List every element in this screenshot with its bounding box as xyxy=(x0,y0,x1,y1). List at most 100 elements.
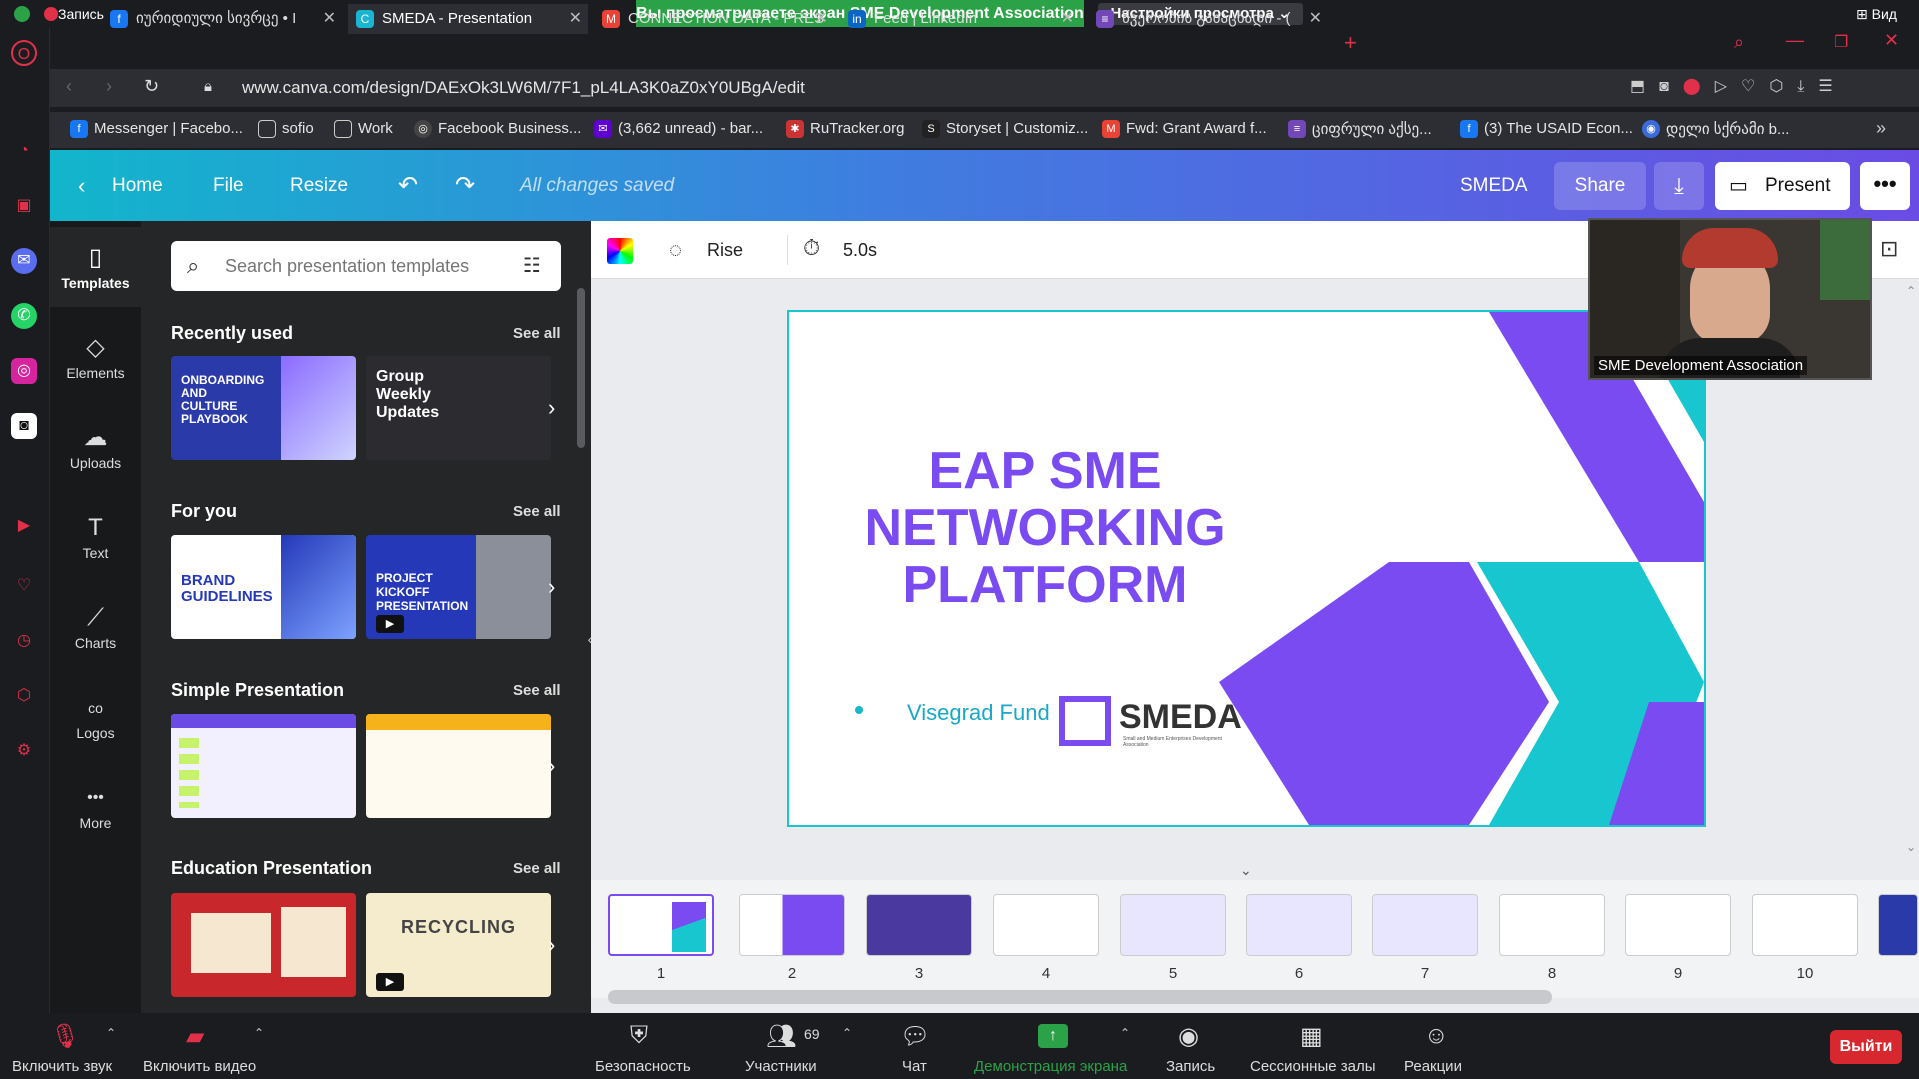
template-thumb[interactable] xyxy=(366,714,551,818)
bookmark-item[interactable]: sofio xyxy=(258,120,314,138)
filter-icon[interactable]: ☷ xyxy=(523,253,541,278)
lock-icon[interactable]: 🔒︎ xyxy=(204,78,212,95)
undo-icon[interactable]: ↶ xyxy=(398,150,418,221)
search-input[interactable] xyxy=(225,253,495,279)
minimize-icon[interactable]: — xyxy=(1786,30,1804,51)
present-button[interactable]: ▭ Present xyxy=(1715,162,1850,210)
page-thumb[interactable] xyxy=(1246,894,1352,956)
chevron-right-icon[interactable]: › xyxy=(548,395,555,421)
nav-logos[interactable]: co Logos xyxy=(50,677,141,757)
browser-tab[interactable]: f იურიდიული სივრცე • I ✕ xyxy=(102,4,342,34)
bookmark-item[interactable]: ◎ Facebook Business... xyxy=(414,120,581,138)
participants-button[interactable]: Участники xyxy=(745,1058,817,1075)
page-thumb[interactable] xyxy=(1120,894,1226,956)
video-off-icon[interactable]: ▰ xyxy=(186,1022,204,1051)
team-name-button[interactable]: SMEDA xyxy=(1460,150,1528,221)
chevron-right-icon[interactable]: › xyxy=(548,574,555,600)
resize-button[interactable]: Resize xyxy=(290,150,348,221)
chevron-right-icon[interactable]: › xyxy=(548,753,555,779)
slide-title[interactable]: EAP SME NETWORKING PLATFORM xyxy=(840,443,1250,614)
forward-icon[interactable]: › xyxy=(106,76,112,97)
lock-icon[interactable]: ⊡ xyxy=(1880,236,1898,262)
discord-icon[interactable]: ◙ xyxy=(11,413,37,439)
heart-icon[interactable]: ♡ xyxy=(11,573,37,599)
player-icon[interactable]: ▶ xyxy=(11,513,37,539)
chevron-left-icon[interactable]: ‹ xyxy=(78,150,85,221)
scroll-up-icon[interactable]: ⌃ xyxy=(1906,284,1916,298)
settings-gear-icon[interactable]: ⚙ xyxy=(11,738,37,764)
chevron-down-icon[interactable]: ⌄ xyxy=(1240,862,1252,879)
panel-scrollbar[interactable] xyxy=(577,288,585,448)
page-thumb[interactable] xyxy=(993,894,1099,956)
mic-muted-icon[interactable]: 🎙︎ xyxy=(50,1022,80,1051)
template-thumb[interactable] xyxy=(171,714,356,818)
chevron-up-icon[interactable]: ⌃ xyxy=(842,1026,852,1040)
bookmark-item[interactable]: ✱ RuTracker.org xyxy=(786,120,904,138)
home-button[interactable]: Home xyxy=(112,150,163,221)
opera-logo-icon[interactable]: O xyxy=(11,40,37,66)
scroll-down-icon[interactable]: ⌄ xyxy=(1906,840,1916,854)
record-icon[interactable]: ◉ xyxy=(1178,1022,1199,1051)
speed-dial-icon[interactable]: ◔ xyxy=(11,138,37,164)
template-thumb[interactable]: Group Weekly Updates xyxy=(366,356,551,460)
bookmark-item[interactable]: ◉ დელი სქრამი b... xyxy=(1642,120,1789,138)
reactions-button[interactable]: Реакции xyxy=(1404,1058,1462,1075)
chevron-up-icon[interactable]: ⌃ xyxy=(254,1026,264,1040)
more-options-button[interactable]: ••• xyxy=(1860,162,1910,210)
nav-more[interactable]: ••• More xyxy=(50,767,141,847)
nav-templates[interactable]: ▯ Templates xyxy=(50,227,141,307)
participants-icon[interactable]: 👥︎ xyxy=(766,1022,796,1051)
page-thumb[interactable] xyxy=(1372,894,1478,956)
breakout-rooms-icon[interactable]: ▦ xyxy=(1300,1022,1323,1051)
new-tab-plus-icon[interactable]: + xyxy=(1344,30,1357,56)
browser-tab[interactable]: M CONNECTION DATA - PRES ✕ xyxy=(594,4,834,34)
reload-icon[interactable]: ↻ xyxy=(144,76,159,97)
record-button[interactable]: Запись xyxy=(1166,1058,1215,1075)
page-thumb[interactable] xyxy=(1752,894,1858,956)
template-thumb[interactable]: PROJECT KICKOFF PRESENTATION ▶ xyxy=(366,535,551,639)
nav-uploads[interactable]: ☁ Uploads xyxy=(50,407,141,487)
unmute-button[interactable]: Включить звук xyxy=(12,1058,112,1075)
page-thumb[interactable] xyxy=(739,894,845,956)
url-field[interactable]: www.canva.com/design/DAExOk3LW6M/7F1_pL4… xyxy=(242,78,805,98)
browser-tab-active[interactable]: C SMEDA - Presentation ✕ xyxy=(348,4,588,34)
chevron-up-icon[interactable]: ⌃ xyxy=(106,1026,116,1040)
bookmark-item[interactable]: ✉ (3,662 unread) - bar... xyxy=(594,120,763,138)
toolbar-icons[interactable]: ⬒◙⬤▷♡⬡⤓☰ xyxy=(1630,76,1847,96)
file-menu-button[interactable]: File xyxy=(213,150,244,221)
back-icon[interactable]: ‹ xyxy=(66,76,72,97)
page-thumb[interactable] xyxy=(1625,894,1731,956)
animation-button[interactable]: Rise xyxy=(707,240,743,261)
page-thumb[interactable] xyxy=(1499,894,1605,956)
share-screen-icon[interactable]: ↑ xyxy=(1038,1024,1068,1048)
messenger-icon[interactable]: ✉ xyxy=(11,248,37,274)
whatsapp-icon[interactable]: ✆ xyxy=(11,303,37,329)
page-thumb[interactable] xyxy=(608,894,714,956)
close-icon[interactable]: ✕ xyxy=(323,4,336,34)
nav-charts[interactable]: ⟋ Charts xyxy=(50,587,141,667)
chevron-up-icon[interactable]: ⌃ xyxy=(1120,1026,1130,1040)
close-icon[interactable]: ✕ xyxy=(815,4,828,34)
bookmark-item[interactable]: f Messenger | Facebo... xyxy=(70,120,243,138)
chat-button[interactable]: Чат xyxy=(902,1058,927,1075)
page-thumb[interactable] xyxy=(1878,894,1918,956)
view-button[interactable]: ⊞ Вид xyxy=(1856,6,1897,23)
bookmark-item[interactable]: ≡ ციფრული აქსე... xyxy=(1288,120,1432,138)
bookmark-item[interactable]: f (3) The USAID Econ... xyxy=(1460,120,1633,138)
see-all-link[interactable]: See all xyxy=(513,503,561,520)
share-screen-button[interactable]: Демонстрация экрана xyxy=(974,1058,1127,1075)
see-all-link[interactable]: See all xyxy=(513,682,561,699)
breakout-rooms-button[interactable]: Сессионные залы xyxy=(1250,1058,1376,1075)
download-icon[interactable]: ⤓ xyxy=(1654,162,1704,210)
bookmark-item[interactable]: Work xyxy=(334,120,393,138)
template-thumb[interactable]: RECYCLING ▶ xyxy=(366,893,551,997)
template-thumb[interactable]: ONBOARDING AND CULTURE PLAYBOOK xyxy=(171,356,356,460)
security-shield-icon[interactable]: ⛨ xyxy=(630,1022,648,1050)
leave-button[interactable]: Выйти xyxy=(1830,1030,1902,1064)
nav-text[interactable]: T Text xyxy=(50,497,141,577)
cube-icon[interactable]: ⬡ xyxy=(11,683,37,709)
color-picker-icon[interactable] xyxy=(607,238,633,264)
sidebar-toggle-icon[interactable] xyxy=(66,32,100,62)
close-icon[interactable]: ✕ xyxy=(1309,4,1322,34)
page-thumb[interactable] xyxy=(866,894,972,956)
